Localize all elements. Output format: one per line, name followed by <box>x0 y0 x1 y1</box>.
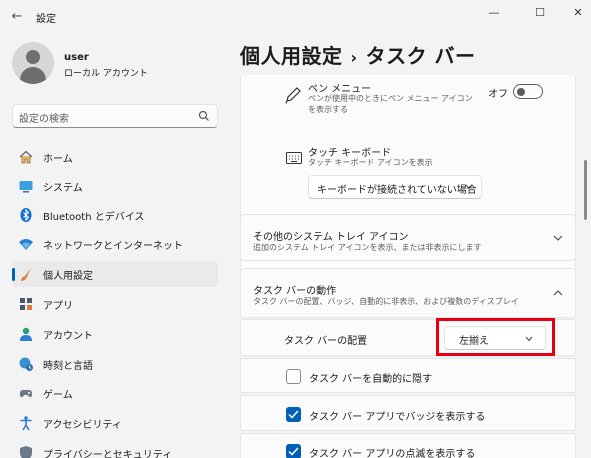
user-name: user <box>64 52 89 63</box>
personalization-icon <box>21 268 31 281</box>
auto-hide-row: タスク バーを自動的に隠す <box>240 358 576 393</box>
touch-keyboard-description: タッチ キーボード アイコンを表示 <box>308 158 433 167</box>
scrollbar-thumb[interactable] <box>584 160 587 220</box>
sidebar-item-label: アカウント <box>43 331 93 342</box>
taskbar-behavior-description: タスク バーの配置、バッジ、自動的に非表示、および複数のディスプレイ <box>253 297 519 306</box>
show-badges-checkbox[interactable] <box>286 407 301 422</box>
breadcrumb: 個人用設定 › タスク バー <box>240 40 476 69</box>
dropdown-value: 左揃え <box>459 336 489 347</box>
auto-hide-checkbox[interactable] <box>286 369 301 384</box>
sidebar-item-label: Bluetooth とデバイス <box>43 212 145 223</box>
chevron-up-icon[interactable] <box>553 289 563 296</box>
touch-keyboard-dropdown[interactable]: キーボードが接続されていない場合 <box>308 175 482 199</box>
taskbar-behavior-title: タスク バーの動作 <box>253 286 337 297</box>
sidebar-item-accounts[interactable]: アカウント <box>12 321 218 347</box>
other-tray-icons-card[interactable]: その他のシステム トレイ アイコン 追加のシステム トレイ アイコンを表示、また… <box>240 214 576 261</box>
taskbar-alignment-row: タスク バーの配置 左揃え <box>240 319 576 356</box>
show-badges-row: タスク バー アプリでバッジを表示する <box>240 395 576 431</box>
sidebar-item-apps[interactable]: アプリ <box>12 291 218 317</box>
avatar-body-shape <box>20 67 46 84</box>
sidebar-item-privacy[interactable]: プライバシーとセキュリティ <box>12 440 218 458</box>
back-button[interactable]: ← <box>8 8 26 26</box>
sidebar-item-accessibility[interactable]: アクセシビリティ <box>12 410 218 436</box>
breadcrumb-separator: › <box>350 48 358 67</box>
pen-menu-description: ペンが使用中のときにペン メニュー アイコンを表示する <box>308 94 473 114</box>
settings-content[interactable]: ペン メニュー ペンが使用中のときにペン メニュー アイコンを表示する オフ タ… <box>240 75 576 458</box>
gaming-icon <box>20 390 32 398</box>
privacy-icon <box>20 446 32 458</box>
sidebar-item-system[interactable]: システム <box>12 173 218 199</box>
sidebar-item-time-language[interactable]: 時刻と言語 <box>12 351 218 377</box>
sidebar-item-bluetooth[interactable]: Bluetooth とデバイス <box>12 202 218 228</box>
sidebar-item-label: ホーム <box>43 154 73 165</box>
other-tray-title: その他のシステム トレイ アイコン <box>253 232 409 243</box>
sidebar-item-home[interactable]: ホーム <box>12 144 218 170</box>
active-indicator <box>12 268 15 281</box>
page-title: タスク バー <box>365 44 476 68</box>
sidebar-item-label: ネットワークとインターネット <box>43 241 183 252</box>
minimize-button[interactable]: — <box>482 4 506 22</box>
apps-icon <box>20 298 32 310</box>
avatar-head-shape <box>26 50 40 64</box>
close-button[interactable]: ✕ <box>566 4 590 22</box>
avatar[interactable] <box>12 42 54 84</box>
maximize-button[interactable]: ☐ <box>528 4 552 22</box>
toggle-knob <box>517 87 525 96</box>
breadcrumb-parent[interactable]: 個人用設定 <box>240 44 343 68</box>
pen-menu-toggle-label: オフ <box>488 89 508 100</box>
chevron-down-icon <box>525 336 533 342</box>
pen-icon <box>285 87 301 104</box>
taskbar-behavior-card[interactable]: タスク バーの動作 タスク バーの配置、バッジ、自動的に非表示、および複数のディ… <box>240 268 576 318</box>
pen-menu-toggle[interactable] <box>513 84 543 99</box>
sidebar-item-label: 個人用設定 <box>43 271 93 282</box>
sidebar-item-gaming[interactable]: ゲーム <box>12 380 218 406</box>
sidebar-item-label: プライバシーとセキュリティ <box>43 450 173 458</box>
sidebar-item-label: ゲーム <box>43 390 73 401</box>
title-bar: ← 設定 — ☐ ✕ <box>0 0 591 34</box>
chevron-down-icon <box>465 184 473 190</box>
search-placeholder: 設定の検索 <box>19 114 69 125</box>
time-language-icon <box>19 357 33 371</box>
sidebar-item-network[interactable]: ネットワークとインターネット <box>12 231 218 257</box>
checkmark-icon <box>288 410 299 419</box>
taskbar-alignment-label: タスク バーの配置 <box>284 336 368 347</box>
bluetooth-icon <box>20 208 32 222</box>
sidebar-item-label: アプリ <box>43 301 73 312</box>
auto-hide-label: タスク バーを自動的に隠す <box>309 374 433 385</box>
search-input[interactable]: 設定の検索 <box>12 104 218 128</box>
keyboard-icon <box>286 152 302 164</box>
sidebar-item-label: 時刻と言語 <box>43 361 93 372</box>
sidebar-item-personalization[interactable]: 個人用設定 <box>12 261 218 287</box>
home-icon <box>19 150 33 164</box>
system-icon <box>19 181 33 193</box>
show-flashing-label: タスク バー アプリの点滅を表示する <box>309 449 476 458</box>
show-flashing-checkbox[interactable] <box>286 444 301 458</box>
account-icon <box>20 327 32 341</box>
accessibility-icon <box>20 416 32 431</box>
network-icon <box>19 239 33 250</box>
sidebar-item-label: システム <box>43 183 83 194</box>
show-flashing-row: タスク バー アプリの点滅を表示する <box>240 433 576 458</box>
sidebar-item-label: アクセシビリティ <box>43 420 122 431</box>
app-title: 設定 <box>36 14 56 25</box>
dropdown-value: キーボードが接続されていない場合 <box>317 185 477 196</box>
account-type: ローカル アカウント <box>64 69 148 79</box>
show-badges-label: タスク バー アプリでバッジを表示する <box>309 412 486 423</box>
checkmark-icon <box>288 447 299 456</box>
taskbar-alignment-dropdown[interactable]: 左揃え <box>444 326 546 350</box>
search-icon <box>198 110 209 121</box>
chevron-down-icon[interactable] <box>553 235 563 242</box>
other-tray-description: 追加のシステム トレイ アイコンを表示、または非表示にします <box>253 243 482 252</box>
